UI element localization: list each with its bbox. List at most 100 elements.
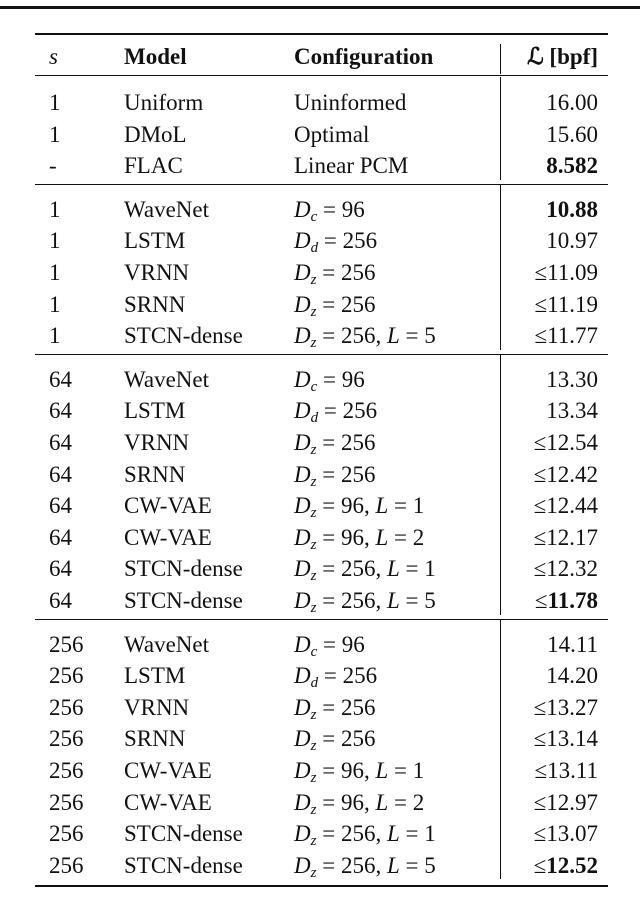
loss-value: 11.19: [547, 291, 598, 317]
table-row: 256 LSTM Dd = 256 14.20: [35, 660, 608, 691]
table-row: - FLAC Linear PCM 8.582: [35, 150, 608, 181]
bound-prefix: ≤: [533, 789, 547, 815]
loss-value: 13.07: [546, 821, 598, 847]
bound-prefix: ≤: [534, 291, 548, 317]
config-subscript: c: [310, 208, 318, 225]
cell-model: SRNN: [124, 291, 186, 317]
cell-loss: ≤12.32: [534, 553, 598, 584]
loss-value: 12.54: [546, 430, 598, 455]
cell-loss: ≤12.44: [534, 490, 598, 521]
config-variable: D: [294, 694, 311, 720]
table-row: 256 STCN-dense Dz = 256, L = 1 ≤13.07: [35, 818, 608, 849]
header-s: s: [49, 44, 58, 69]
header-loss: ℒ [bpf]: [527, 44, 598, 69]
cell-model: STCN-dense: [124, 323, 243, 349]
cell-configuration: Dz = 256: [294, 291, 376, 320]
loss-value: 12.42: [546, 461, 598, 487]
cell-s: 1: [49, 260, 61, 285]
cell-s: 1: [49, 90, 61, 115]
column-divider: [500, 44, 501, 74]
table-row: 64 VRNN Dz = 256 ≤12.54: [35, 427, 608, 458]
config-variable: D: [294, 663, 311, 689]
cell-configuration: Dz = 256: [294, 430, 376, 458]
table-row: 64 STCN-dense Dz = 256, L = 5 ≤11.78: [35, 585, 608, 616]
group-rule: [35, 618, 608, 620]
cell-model: WaveNet: [124, 366, 209, 392]
cell-s: 1: [49, 121, 61, 147]
header-model: Model: [124, 44, 187, 69]
table-row: 256 VRNN Dz = 256 ≤13.27: [35, 692, 608, 723]
bound-prefix: ≤: [533, 430, 547, 455]
config-variable: D: [294, 524, 311, 550]
cell-model: FLAC: [124, 153, 183, 179]
cell-loss: 15.60: [546, 119, 598, 150]
table-row: 1 WaveNet Dc = 96 10.88: [35, 194, 608, 225]
cell-model: VRNN: [124, 694, 190, 720]
config-value-2: 5: [424, 323, 436, 349]
loss-value: 14.11: [547, 631, 598, 657]
table-bottom-rule: [35, 885, 608, 888]
config-variable: D: [294, 430, 311, 455]
bound-prefix: ≤: [533, 461, 547, 487]
config-value: 96: [340, 758, 364, 783]
column-divider: [500, 353, 501, 615]
cell-loss: ≤12.54: [534, 427, 598, 458]
config-value-2: 5: [424, 588, 436, 613]
config-variable: D: [294, 758, 311, 783]
cell-s: 64: [49, 588, 72, 613]
cell-model: LSTM: [124, 398, 186, 424]
config-variable-2: L: [386, 556, 400, 582]
config-subscript: z: [310, 303, 317, 320]
config-value: 256: [342, 398, 378, 424]
config-variable: D: [294, 588, 311, 613]
config-subscript: d: [310, 675, 319, 692]
config-subscript: d: [310, 410, 319, 427]
loss-value: 13.27: [546, 694, 598, 720]
cell-loss: 10.97: [546, 225, 598, 256]
config-value: 96: [340, 524, 364, 550]
config-subscript: z: [310, 833, 317, 850]
cell-loss: ≤13.11: [534, 755, 598, 786]
cell-model: WaveNet: [124, 631, 209, 657]
config-value-2: 5: [424, 852, 436, 878]
config-subscript: z: [310, 864, 317, 881]
config-variable-2: L: [386, 323, 400, 349]
loss-value: 8.582: [546, 153, 598, 179]
bound-prefix: ≤: [534, 260, 548, 285]
cell-loss: ≤11.77: [534, 320, 598, 351]
cell-configuration: Dd = 256: [294, 663, 378, 692]
config-variable: D: [294, 461, 311, 487]
loss-value: 15.60: [546, 121, 598, 147]
loss-value: 12.44: [546, 493, 598, 519]
config-value: 256: [340, 260, 376, 285]
table-row: 1 DMoL Optimal 15.60: [35, 119, 608, 150]
cell-loss: ≤13.07: [534, 818, 598, 849]
config-variable: D: [294, 260, 311, 285]
cell-configuration: Uninformed: [294, 90, 407, 115]
cell-loss: 13.34: [546, 395, 598, 426]
cell-configuration: Dz = 256: [294, 260, 376, 288]
cell-loss: ≤12.97: [534, 787, 598, 818]
cell-model: DMoL: [124, 121, 187, 147]
cell-model: STCN-dense: [124, 556, 243, 582]
cell-loss: ≤11.19: [534, 289, 598, 320]
config-variable: D: [294, 323, 311, 349]
cell-loss: 8.582: [546, 150, 598, 181]
cell-s: 64: [49, 524, 72, 550]
loss-value: 11.09: [547, 260, 598, 285]
cell-configuration: Linear PCM: [294, 153, 409, 179]
config-variable-2: L: [386, 821, 400, 847]
config-value-2: 1: [424, 556, 436, 582]
config-variable: D: [294, 493, 311, 519]
cell-s: 1: [49, 196, 61, 222]
cell-s: -: [49, 153, 57, 179]
table-row: 1 Uniform Uninformed 16.00: [35, 87, 608, 118]
config-variable: D: [294, 852, 311, 878]
config-variable: D: [294, 398, 311, 424]
cell-s: 256: [49, 663, 84, 689]
group-rule: [35, 183, 608, 185]
loss-value: 14.20: [546, 663, 598, 689]
config-variable: D: [294, 789, 311, 815]
cell-s: 256: [49, 789, 84, 815]
cell-configuration: Dz = 256, L = 5: [294, 852, 436, 881]
